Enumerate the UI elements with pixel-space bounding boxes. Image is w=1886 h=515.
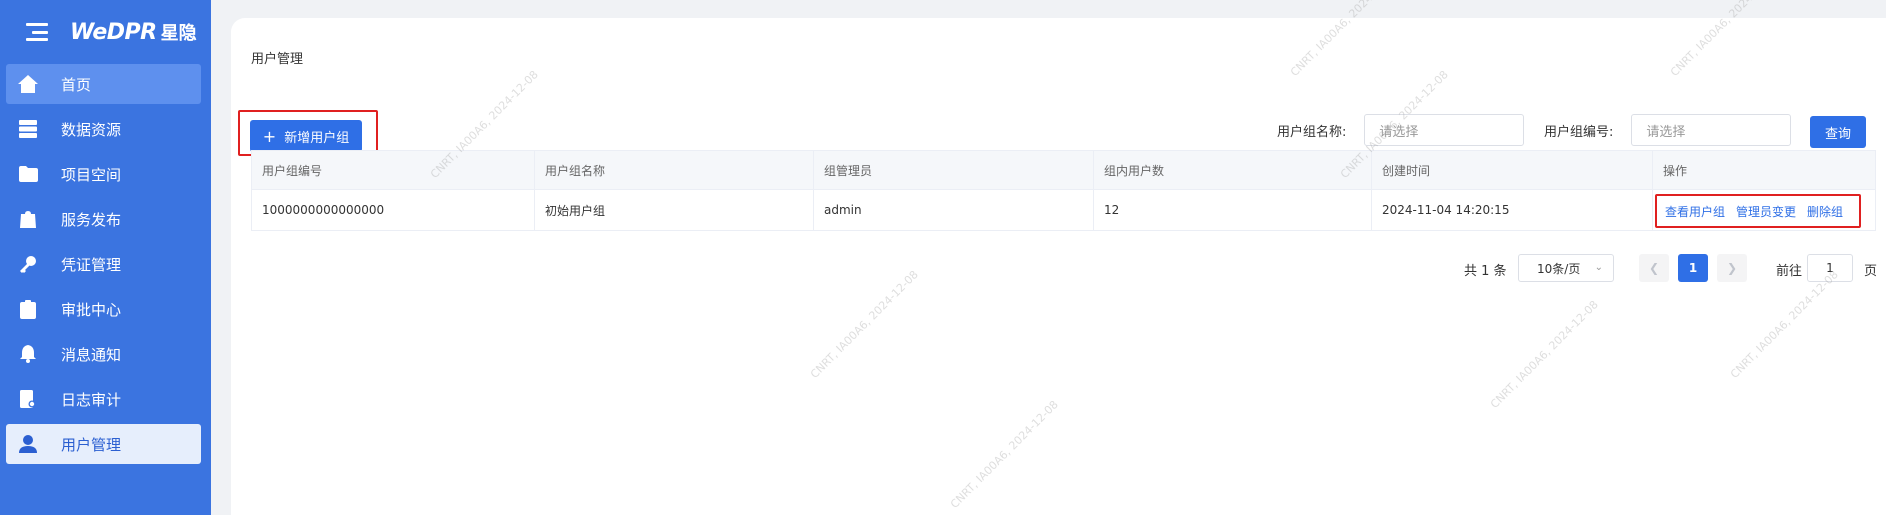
log-icon [18,389,38,409]
logo-cn: 星隐 [160,23,197,44]
cell-group-name: 初始用户组 [535,190,814,230]
sidebar-item-credentials[interactable]: 凭证管理 [6,244,201,284]
add-user-group-button[interactable]: + 新增用户组 [250,120,362,152]
sidebar-nav: 首页 数据资源 项目空间 服务发布 凭证管理 审批中心 消息通知 日志审计 用户… [0,64,211,464]
col-group-id: 用户组编号 [252,151,535,189]
main-content: 用户管理 + 新增用户组 用户组名称: 请选择 用户组编号: 请选择 查询 用户… [231,0,1886,515]
chevron-left-icon: ❮ [1648,261,1660,275]
sidebar-item-label: 项目空间 [61,165,122,184]
sidebar-item-label: 审批中心 [61,300,122,319]
bag-icon [18,209,38,229]
sidebar-item-approval[interactable]: 审批中心 [6,289,201,329]
sidebar-item-label: 用户管理 [61,435,122,454]
col-user-count: 组内用户数 [1094,151,1372,189]
sidebar-item-label: 服务发布 [61,210,122,229]
sidebar-item-label: 消息通知 [61,345,122,364]
key-icon [18,254,38,274]
toolbar: + 新增用户组 用户组名称: 请选择 用户组编号: 请选择 查询 [231,98,1886,156]
pagination: 共 1 条 10条/页 ⌄ ❮ 1 ❯ 前往 1 页 [231,254,1886,284]
group-name-select[interactable]: 请选择 [1364,114,1525,146]
col-group-admin: 组管理员 [814,151,1094,189]
sidebar: WeDPR 星隐 首页 数据资源 项目空间 服务发布 凭证管理 审批中心 消息通… [0,0,211,515]
page-title: 用户管理 [251,52,304,67]
filter-group-id-label: 用户组编号: [1544,124,1614,140]
bell-icon [18,344,38,364]
page-number-current[interactable]: 1 [1678,254,1708,282]
sidebar-item-label: 日志审计 [61,390,122,409]
sidebar-item-data-resources[interactable]: 数据资源 [6,109,201,149]
sidebar-item-label: 凭证管理 [61,255,122,274]
watermark: CNRT, IA00A6, 2024-12-08 [1487,298,1601,411]
page-suffix: 页 [1864,264,1878,279]
watermark: CNRT, IA00A6, 2024-12-08 [807,268,921,381]
sidebar-item-service-publish[interactable]: 服务发布 [6,199,201,239]
add-button-label: 新增用户组 [284,130,350,146]
sidebar-item-label: 数据资源 [61,120,122,139]
home-icon [18,74,38,94]
watermark: CNRT, IA00A6, 2024-12-08 [947,398,1061,511]
sidebar-header: WeDPR 星隐 [0,0,211,64]
search-button[interactable]: 查询 [1810,116,1866,148]
page-size-select[interactable]: 10条/页 ⌄ [1518,254,1614,282]
col-group-name: 用户组名称 [535,151,814,189]
watermark: CNRT, IA00A6, 2024-12-08 [1727,268,1841,381]
sidebar-item-project-space[interactable]: 项目空间 [6,154,201,194]
cell-group-id: 1000000000000000 [252,190,535,230]
clipboard-icon [18,299,38,319]
delete-group-link[interactable]: 删除组 [1807,203,1843,220]
cell-user-count: 12 [1094,190,1372,230]
chevron-right-icon: ❯ [1726,261,1738,275]
filter-group-name-label: 用户组名称: [1277,124,1347,140]
goto-label: 前往 [1776,264,1803,279]
sidebar-item-home[interactable]: 首页 [6,64,201,104]
watermark: CNRT, IA00A6, 2024-12-08 [1287,0,1401,79]
filter-group-id: 用户组编号: 请选择 [1544,114,1792,146]
prev-page-button[interactable]: ❮ [1639,254,1669,282]
group-id-select[interactable]: 请选择 [1631,114,1792,146]
view-group-link[interactable]: 查看用户组 [1665,203,1725,220]
sidebar-item-notifications[interactable]: 消息通知 [6,334,201,374]
plus-icon: + [262,126,277,146]
pagination-total: 共 1 条 [1464,264,1507,279]
col-actions: 操作 [1663,163,1688,178]
sidebar-item-log-audit[interactable]: 日志审计 [6,379,201,419]
folder-icon [18,164,38,184]
change-admin-link[interactable]: 管理员变更 [1736,203,1796,220]
next-page-button[interactable]: ❯ [1717,254,1747,282]
sidebar-item-user-management[interactable]: 用户管理 [6,424,201,464]
page-size-value: 10条/页 [1537,261,1581,276]
cell-group-admin: admin [814,190,1094,230]
cell-actions: 查看用户组 管理员变更 删除组 [1653,190,1875,230]
cell-created-time: 2024-11-04 14:20:15 [1372,190,1653,230]
database-icon [18,119,38,139]
menu-toggle-icon[interactable] [26,23,48,41]
chevron-down-icon: ⌄ [1594,262,1603,273]
logo: WeDPR 星隐 [70,19,197,45]
goto-page-input[interactable]: 1 [1807,254,1853,282]
user-icon [18,434,38,454]
col-created-time: 创建时间 [1372,151,1653,189]
watermark: CNRT, IA00A6, 2024-12-08 [1667,0,1781,79]
logo-text: WeDPR [70,19,157,45]
filter-group-name: 用户组名称: 请选择 [1277,114,1525,146]
sidebar-item-label: 首页 [61,75,92,94]
table-row: 1000000000000000 初始用户组 admin 12 2024-11-… [252,190,1875,230]
table-header: 用户组编号 用户组名称 组管理员 组内用户数 创建时间 操作 [252,151,1875,190]
actions-highlight: 查看用户组 管理员变更 删除组 [1655,194,1861,228]
user-group-table: 用户组编号 用户组名称 组管理员 组内用户数 创建时间 操作 100000000… [251,150,1876,231]
